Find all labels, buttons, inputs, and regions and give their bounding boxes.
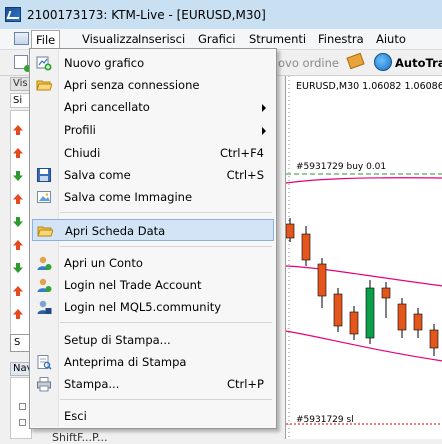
menu-item-label: Esci — [64, 409, 87, 423]
price-up-arrow-icon — [13, 240, 23, 250]
menu-separator — [60, 322, 272, 323]
menu-item-label: Chiudi — [64, 146, 101, 160]
menu-bar: File Visualizza Inserisci Grafici Strume… — [0, 29, 442, 50]
order-buy-label: #5931729 buy 0.01 — [296, 162, 386, 172]
menu-item-stampa[interactable]: Stampa... Ctrl+P — [32, 373, 274, 395]
menu-item-label: Anteprima di Stampa — [64, 355, 187, 369]
menu-item-label: Stampa... — [64, 377, 120, 391]
menu-item-salva-come-immagine[interactable]: Salva come Immagine — [32, 186, 274, 208]
metatrader-app-icon — [5, 7, 21, 22]
candle-bearish — [429, 329, 439, 349]
menu-strumenti[interactable]: Strumenti — [244, 31, 311, 47]
menu-item-apri-senza-connessione[interactable]: Apri senza connessione — [32, 74, 274, 96]
save-image-icon — [37, 191, 51, 203]
navigator-tree-item[interactable]: ShiftF...P... — [52, 431, 107, 444]
candle-bearish — [397, 303, 407, 331]
menu-item-esci[interactable]: Esci — [32, 405, 274, 427]
submenu-arrow-icon — [262, 104, 266, 112]
candle-bearish — [349, 311, 359, 335]
mql5-login-icon — [37, 300, 52, 314]
menu-item-nuovo-grafico[interactable]: Nuovo grafico — [32, 52, 274, 74]
menu-item-shortcut: Ctrl+P — [226, 377, 264, 391]
price-down-arrow-icon — [13, 171, 23, 181]
candle-bearish — [413, 313, 423, 331]
menu-item-chiudi[interactable]: Chiudi Ctrl+F4 — [32, 142, 274, 164]
autotrading-button[interactable]: AutoTrac — [395, 56, 442, 70]
menu-item-profili[interactable]: Profili — [32, 119, 274, 141]
menu-item-label: Salva come — [64, 168, 131, 182]
menu-item-label: Login nel MQL5.community — [64, 300, 222, 314]
menu-item-shortcut: Ctrl+S — [226, 168, 264, 182]
print-preview-icon — [37, 355, 52, 370]
new-chart-icon[interactable] — [14, 55, 31, 72]
menu-separator — [60, 246, 272, 247]
menu-item-label: Salva come Immagine — [64, 190, 193, 204]
candle-bearish — [301, 233, 311, 261]
login-trade-icon — [37, 278, 52, 292]
submenu-arrow-icon — [262, 127, 266, 135]
menu-item-label: Apri cancellato — [64, 100, 150, 114]
price-up-arrow-icon — [13, 148, 23, 158]
bollinger-lower-band — [286, 330, 442, 362]
candle-bullish — [365, 287, 375, 339]
tree-expand-icon[interactable] — [19, 419, 26, 426]
menu-item-setup-stampa[interactable]: Setup di Stampa... — [32, 329, 274, 351]
tree-expand-icon[interactable] — [19, 403, 26, 410]
open-data-folder-icon — [37, 226, 53, 237]
price-chart[interactable]: #5931729 buy 0.01 #5931729 sl — [286, 76, 442, 439]
title-bar: 2100173173: KTM-Live - [EURUSD,M30] — [0, 0, 442, 30]
menu-item-anteprima-stampa[interactable]: Anteprima di Stampa — [32, 351, 274, 373]
bollinger-middle-band — [286, 265, 442, 287]
menu-grafici[interactable]: Grafici — [193, 31, 240, 47]
menu-item-apri-un-conto[interactable]: Apri un Conto — [32, 252, 274, 274]
print-icon — [37, 377, 51, 392]
price-up-arrow-icon — [13, 286, 23, 296]
menu-item-label: Nuovo grafico — [64, 56, 145, 70]
menu-aiuto[interactable]: Aiuto — [371, 31, 411, 47]
menu-item-shortcut: Ctrl+F4 — [219, 146, 264, 160]
new-chart-icon — [36, 56, 52, 71]
menu-item-apri-cancellato[interactable]: Apri cancellato — [32, 96, 274, 118]
candle-bearish — [333, 293, 343, 327]
new-order-button[interactable]: ovo ordine — [278, 56, 339, 70]
menu-item-label: Apri senza connessione — [64, 78, 200, 92]
candle-bearish — [317, 263, 327, 297]
menu-item-label: Apri un Conto — [64, 256, 143, 270]
window-title: 2100173173: KTM-Live - [EURUSD,M30] — [27, 8, 266, 22]
menu-item-apri-scheda-data[interactable]: Apri Scheda Data — [32, 219, 274, 241]
menu-separator — [60, 212, 272, 213]
file-menu-dropdown: Nuovo grafico Apri senza connessione Apr… — [29, 48, 277, 429]
menu-item-salva-come[interactable]: Salva come Ctrl+S — [32, 164, 274, 186]
price-down-arrow-icon — [13, 217, 23, 227]
stop-loss-label: #5931729 sl — [296, 415, 354, 425]
chart-window[interactable]: EURUSD,M30 1.06082 1.06086 1.0 #5931729 … — [285, 76, 442, 439]
menu-file[interactable]: File — [31, 30, 61, 49]
save-icon — [37, 168, 51, 182]
autotrading-icon[interactable] — [374, 53, 392, 71]
menu-item-login-mql5[interactable]: Login nel MQL5.community — [32, 296, 274, 318]
menu-separator — [60, 399, 272, 400]
price-up-arrow-icon — [13, 194, 23, 204]
candle-bearish — [286, 223, 295, 239]
menu-item-label: Apri Scheda Data — [65, 224, 166, 238]
candle-bearish — [381, 287, 391, 299]
menu-item-label: Login nel Trade Account — [64, 278, 202, 292]
bollinger-upper-band — [286, 177, 442, 184]
menu-finestra[interactable]: Finestra — [313, 31, 369, 47]
menu-item-login-trade-account[interactable]: Login nel Trade Account — [32, 274, 274, 296]
chart-window-icon[interactable] — [14, 32, 29, 45]
price-down-arrow-icon — [13, 263, 23, 273]
menu-item-label: Setup di Stampa... — [64, 333, 171, 347]
price-up-arrow-icon — [13, 125, 23, 135]
menu-inserisci[interactable]: Inserisci — [133, 31, 190, 47]
open-folder-icon — [36, 80, 52, 91]
price-up-arrow-icon — [13, 309, 23, 319]
open-account-icon — [37, 256, 52, 270]
menu-item-label: Profili — [64, 123, 96, 137]
